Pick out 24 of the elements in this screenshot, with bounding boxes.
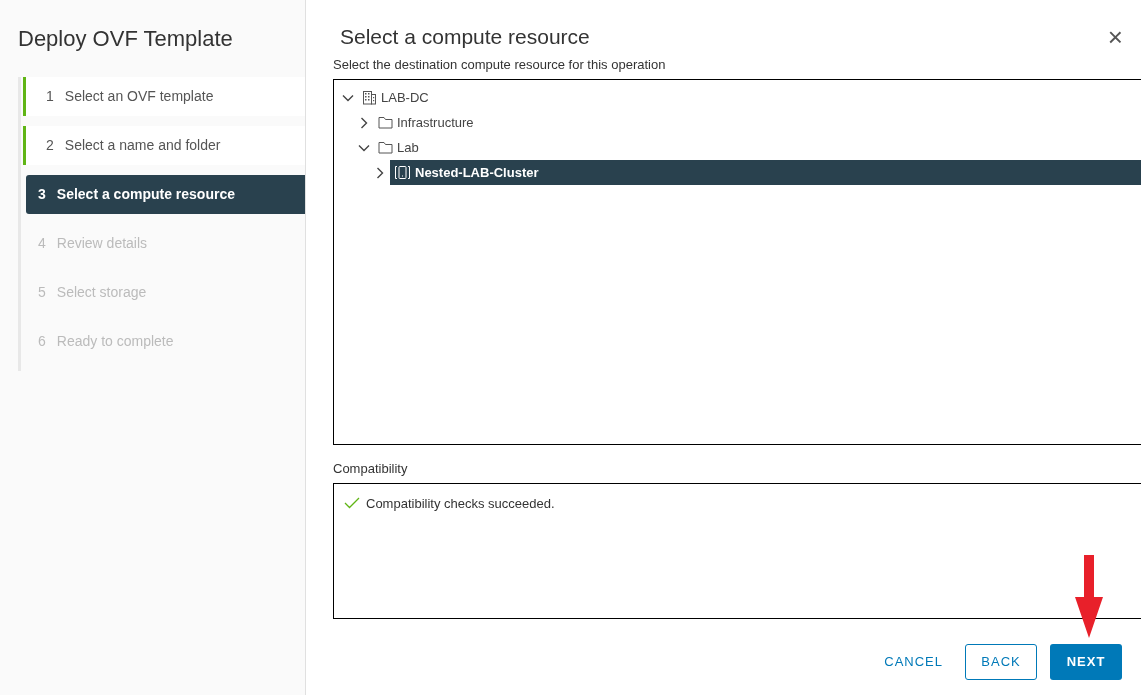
compatibility-label: Compatibility <box>333 460 408 478</box>
wizard-title: Deploy OVF Template <box>18 25 233 53</box>
compatibility-message: Compatibility checks succeeded. <box>366 494 555 513</box>
close-button[interactable]: × <box>1103 23 1127 50</box>
back-button[interactable]: BACK <box>965 643 1037 680</box>
wizard-step[interactable]: 3 Select a compute resource <box>26 175 305 214</box>
wizard-step[interactable]: 1 Select an OVF template <box>23 77 305 116</box>
tree-item[interactable]: Lab <box>374 135 1141 160</box>
chevron-right-icon[interactable] <box>374 166 386 179</box>
cancel-link[interactable]: CANCEL <box>875 643 952 680</box>
folder-icon <box>378 116 393 129</box>
chevron-down-icon[interactable] <box>342 93 354 102</box>
folder-icon <box>378 141 393 154</box>
tree-item[interactable]: Infrastructure <box>374 110 1141 135</box>
cluster-icon <box>394 165 411 180</box>
building-icon <box>362 90 377 105</box>
dialog-title: Select a compute resource <box>340 24 590 50</box>
chevron-down-icon[interactable] <box>358 143 370 152</box>
tree-item[interactable]: Nested-LAB-Cluster <box>390 160 1141 185</box>
next-button[interactable]: NEXT <box>1050 643 1122 680</box>
instruction-text: Select the destination compute resource for this operation <box>333 55 666 74</box>
tree-item[interactable]: LAB-DC <box>358 85 1141 110</box>
wizard-step[interactable]: 2 Select a name and folder <box>23 126 305 165</box>
chevron-right-icon[interactable] <box>358 116 370 129</box>
